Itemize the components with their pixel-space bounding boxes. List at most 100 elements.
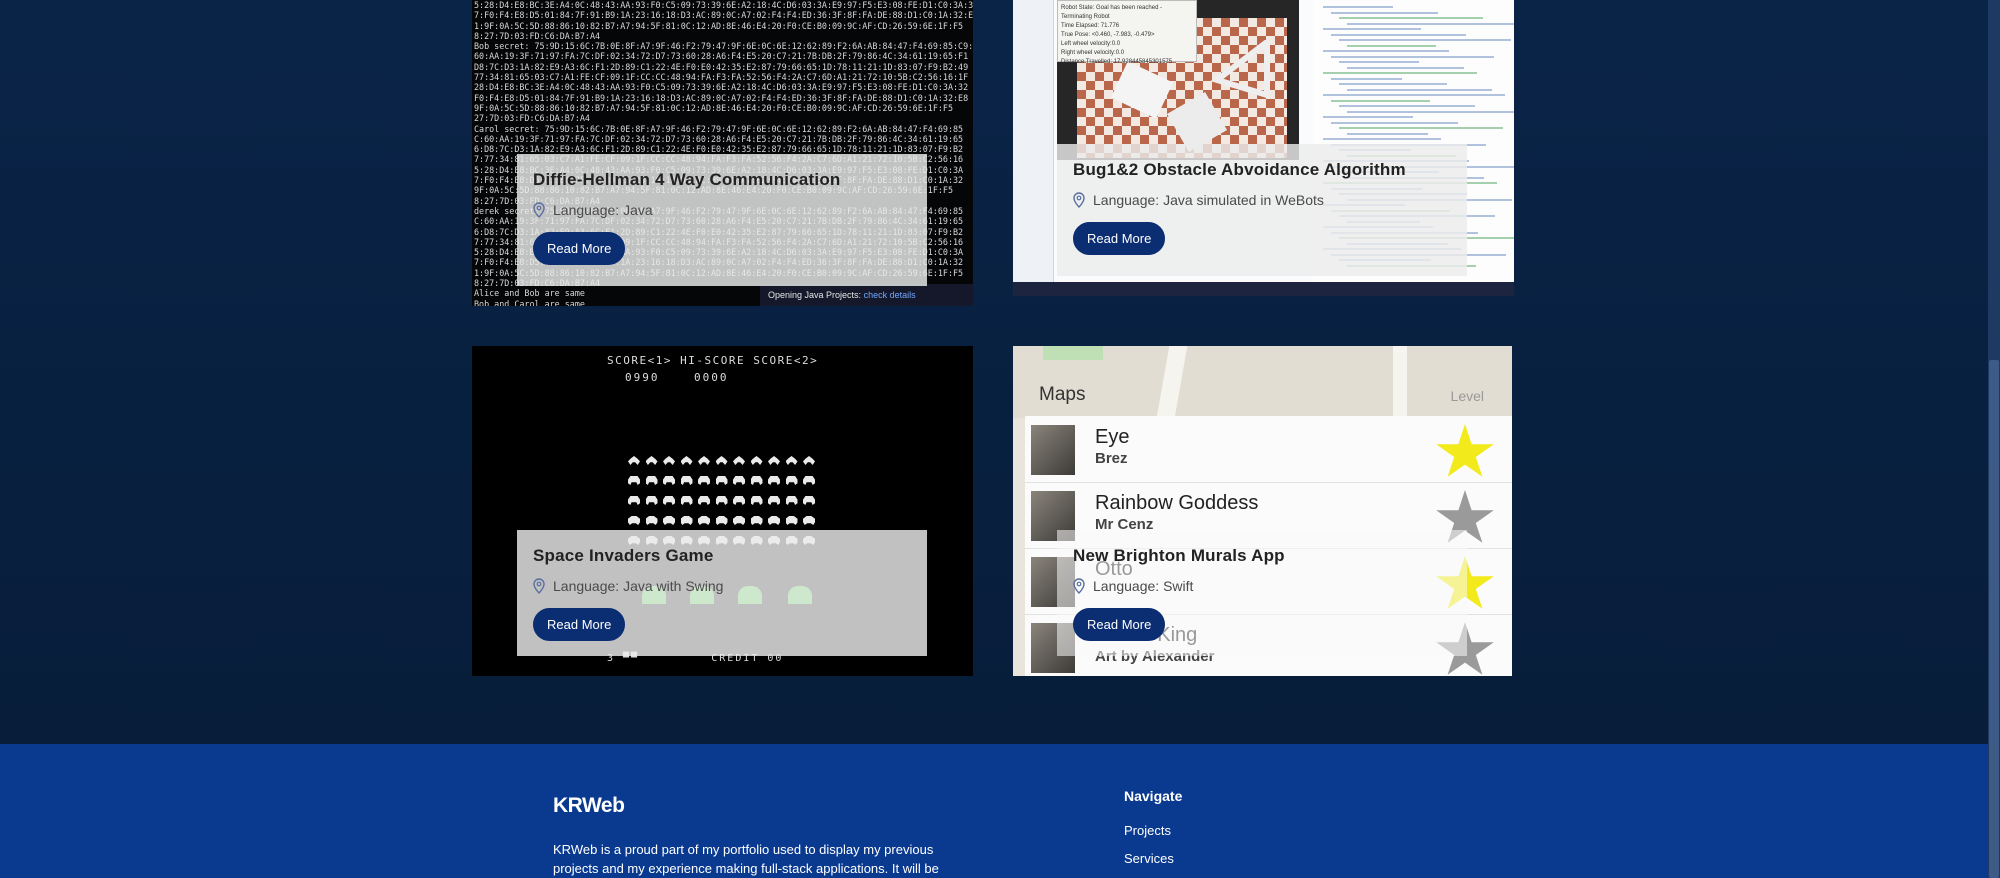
code-line [1331, 77, 1402, 80]
terminal-line: 6:D8:7C:D3:1A:82:E9:A3:6C:F1:2D:89:C1:22… [474, 144, 964, 155]
terminal-line: C:60:AA:19:3F:71:97:FA:7C:DF:02:34:72:D7… [474, 133, 964, 144]
alien-sprite [715, 516, 728, 525]
alien-sprite [680, 476, 693, 485]
alien-sprite [680, 516, 693, 525]
scrollbar-thumb[interactable] [1989, 360, 1999, 878]
code-line [1347, 88, 1492, 91]
taskbar [1013, 282, 1514, 296]
footer-nav-heading: Navigate [1124, 788, 1183, 804]
project-card-diffie-hellman: 5:28:D4:E8:BC:3E:A4:0C:48:43:AA:93:F0:C5… [472, 0, 973, 306]
read-more-button[interactable]: Read More [533, 232, 626, 265]
triangle-obstacle [1210, 40, 1270, 100]
alien-sprite [768, 496, 780, 505]
mural-title: Rainbow Goddess [1095, 492, 1259, 514]
alien-sprite [750, 496, 763, 505]
project-card-bug-algorithm: Robot State: Goal has been reached - Ter… [1013, 0, 1514, 296]
project-language: Language: Swift [1073, 578, 1451, 594]
alien-sprite [785, 516, 798, 525]
map-background [1013, 346, 1512, 418]
alien-sprite [750, 456, 763, 465]
read-more-button[interactable]: Read More [533, 608, 626, 641]
robot-state-line: Distance Travelled: 17.928445845301575 [1061, 59, 1173, 65]
alien-sprite [680, 496, 693, 505]
page-scrollbar[interactable] [1988, 0, 2000, 878]
alien-sprite [803, 516, 815, 525]
map-park [1043, 346, 1103, 360]
alien-sprite [663, 456, 675, 465]
ide-status-bar: Opening Java Projects: check details [760, 284, 973, 306]
alien-sprite [733, 496, 745, 505]
code-line [1331, 99, 1430, 102]
alien-sprite [715, 476, 728, 485]
alien-sprite [733, 476, 745, 485]
project-card-murals-app: Maps Level Eye Brez Rainbow Goddess Mr Cenz… [1013, 346, 1512, 676]
alien-sprite [698, 476, 710, 485]
project-title: New Brighton Murals App [1073, 546, 1285, 565]
code-line [1331, 33, 1466, 36]
alien-sprite [645, 456, 658, 465]
project-language-text: Language: Java [553, 202, 653, 218]
mural-list-item: Eye Brez [1025, 416, 1512, 483]
code-line [1323, 72, 1477, 74]
terminal-line: 8:27:7D:03:FD:C6:DA:B7:A4 [474, 30, 601, 41]
footer-logo[interactable]: KRWeb [553, 794, 625, 818]
alien-sprite [768, 456, 780, 465]
read-more-button[interactable]: Read More [1073, 222, 1166, 255]
code-line [1339, 105, 1475, 107]
code-line [1323, 50, 1449, 52]
alien-sprite [785, 496, 798, 505]
map-road [1156, 346, 1188, 418]
ide-project-tree [1013, 0, 1054, 296]
project-title: Space Invaders Game [533, 546, 714, 565]
alien-sprite [803, 456, 815, 465]
project-title: Bug1&2 Obstacle Abvoidance Algorithm [1073, 160, 1406, 179]
project-card-overlay: Bug1&2 Obstacle Abvoidance Algorithm Lan… [1057, 144, 1467, 276]
alien-sprite [663, 476, 675, 485]
mural-artist: Brez [1095, 450, 1128, 467]
code-line [1339, 39, 1511, 41]
footer-nav-projects[interactable]: Projects [1124, 823, 1171, 838]
code-line [1347, 44, 1436, 47]
terminal-line: F0:F4:E8:D5:01:84:7F:91:B9:1A:23:16:18:D… [474, 92, 969, 103]
location-pin-icon [1073, 192, 1085, 208]
project-title: Diffie-Hellman 4 Way Communication [533, 170, 841, 189]
alien-sprite [628, 496, 640, 505]
alien-sprite [715, 456, 728, 465]
project-language-text: Language: Swift [1093, 578, 1194, 594]
code-line [1323, 94, 1505, 96]
terminal-line: 7:F0:F4:E8:D5:01:84:7F:91:B9:1A:23:16:18… [474, 10, 973, 21]
code-line [1323, 116, 1413, 118]
alien-sprite [680, 456, 693, 465]
alien-sprite [803, 496, 815, 505]
alien-sprite [785, 476, 798, 485]
footer-nav-services[interactable]: Services [1124, 851, 1174, 866]
location-pin-icon [533, 578, 545, 594]
star-icon [1436, 424, 1494, 477]
alien-sprite [785, 456, 798, 465]
alien-sprite [628, 476, 640, 485]
code-line [1347, 66, 1464, 69]
code-line [1331, 11, 1438, 14]
code-line [1323, 138, 1441, 140]
projects-section: 5:28:D4:E8:BC:3E:A4:0C:48:43:AA:93:F0:C5… [0, 0, 1988, 744]
alien-sprite [698, 456, 710, 465]
footer-description: KRWeb is a proud part of my portfolio us… [553, 842, 939, 876]
mural-title: Eye [1095, 426, 1130, 448]
location-pin-icon [533, 202, 545, 218]
alien-sprite [698, 496, 710, 505]
project-language: Language: Java [533, 202, 911, 218]
code-line [1339, 127, 1503, 129]
alien-sprite [645, 496, 658, 505]
terminal-line: 9F:0A:5C:5D:88:86:10:82:B7:A7:94:5F:81:0… [474, 102, 954, 113]
project-card-space-invaders: SCORE<1> HI-SCORE SCORE<2> 0990 0000 3 ▀… [472, 346, 973, 676]
terminal-line: 1:9F:0A:5C:5D:88:86:10:82:B7:A7:94:5F:81… [474, 20, 964, 31]
maps-header: Maps [1039, 384, 1086, 405]
terminal-line: D8:7C:D3:1A:82:E9:A3:6C:F1:2D:89:C1:22:4… [474, 61, 969, 72]
read-more-button[interactable]: Read More [1073, 608, 1166, 641]
score-values: 0990 0000 [625, 371, 729, 384]
project-language: Language: Java with Swing [533, 578, 911, 594]
alien-sprite [645, 516, 658, 525]
code-line [1339, 83, 1447, 85]
project-card-overlay: Diffie-Hellman 4 Way Communication Langu… [517, 154, 927, 286]
robot-state-panel: Robot State: Goal has been reached - Ter… [1057, 0, 1197, 65]
